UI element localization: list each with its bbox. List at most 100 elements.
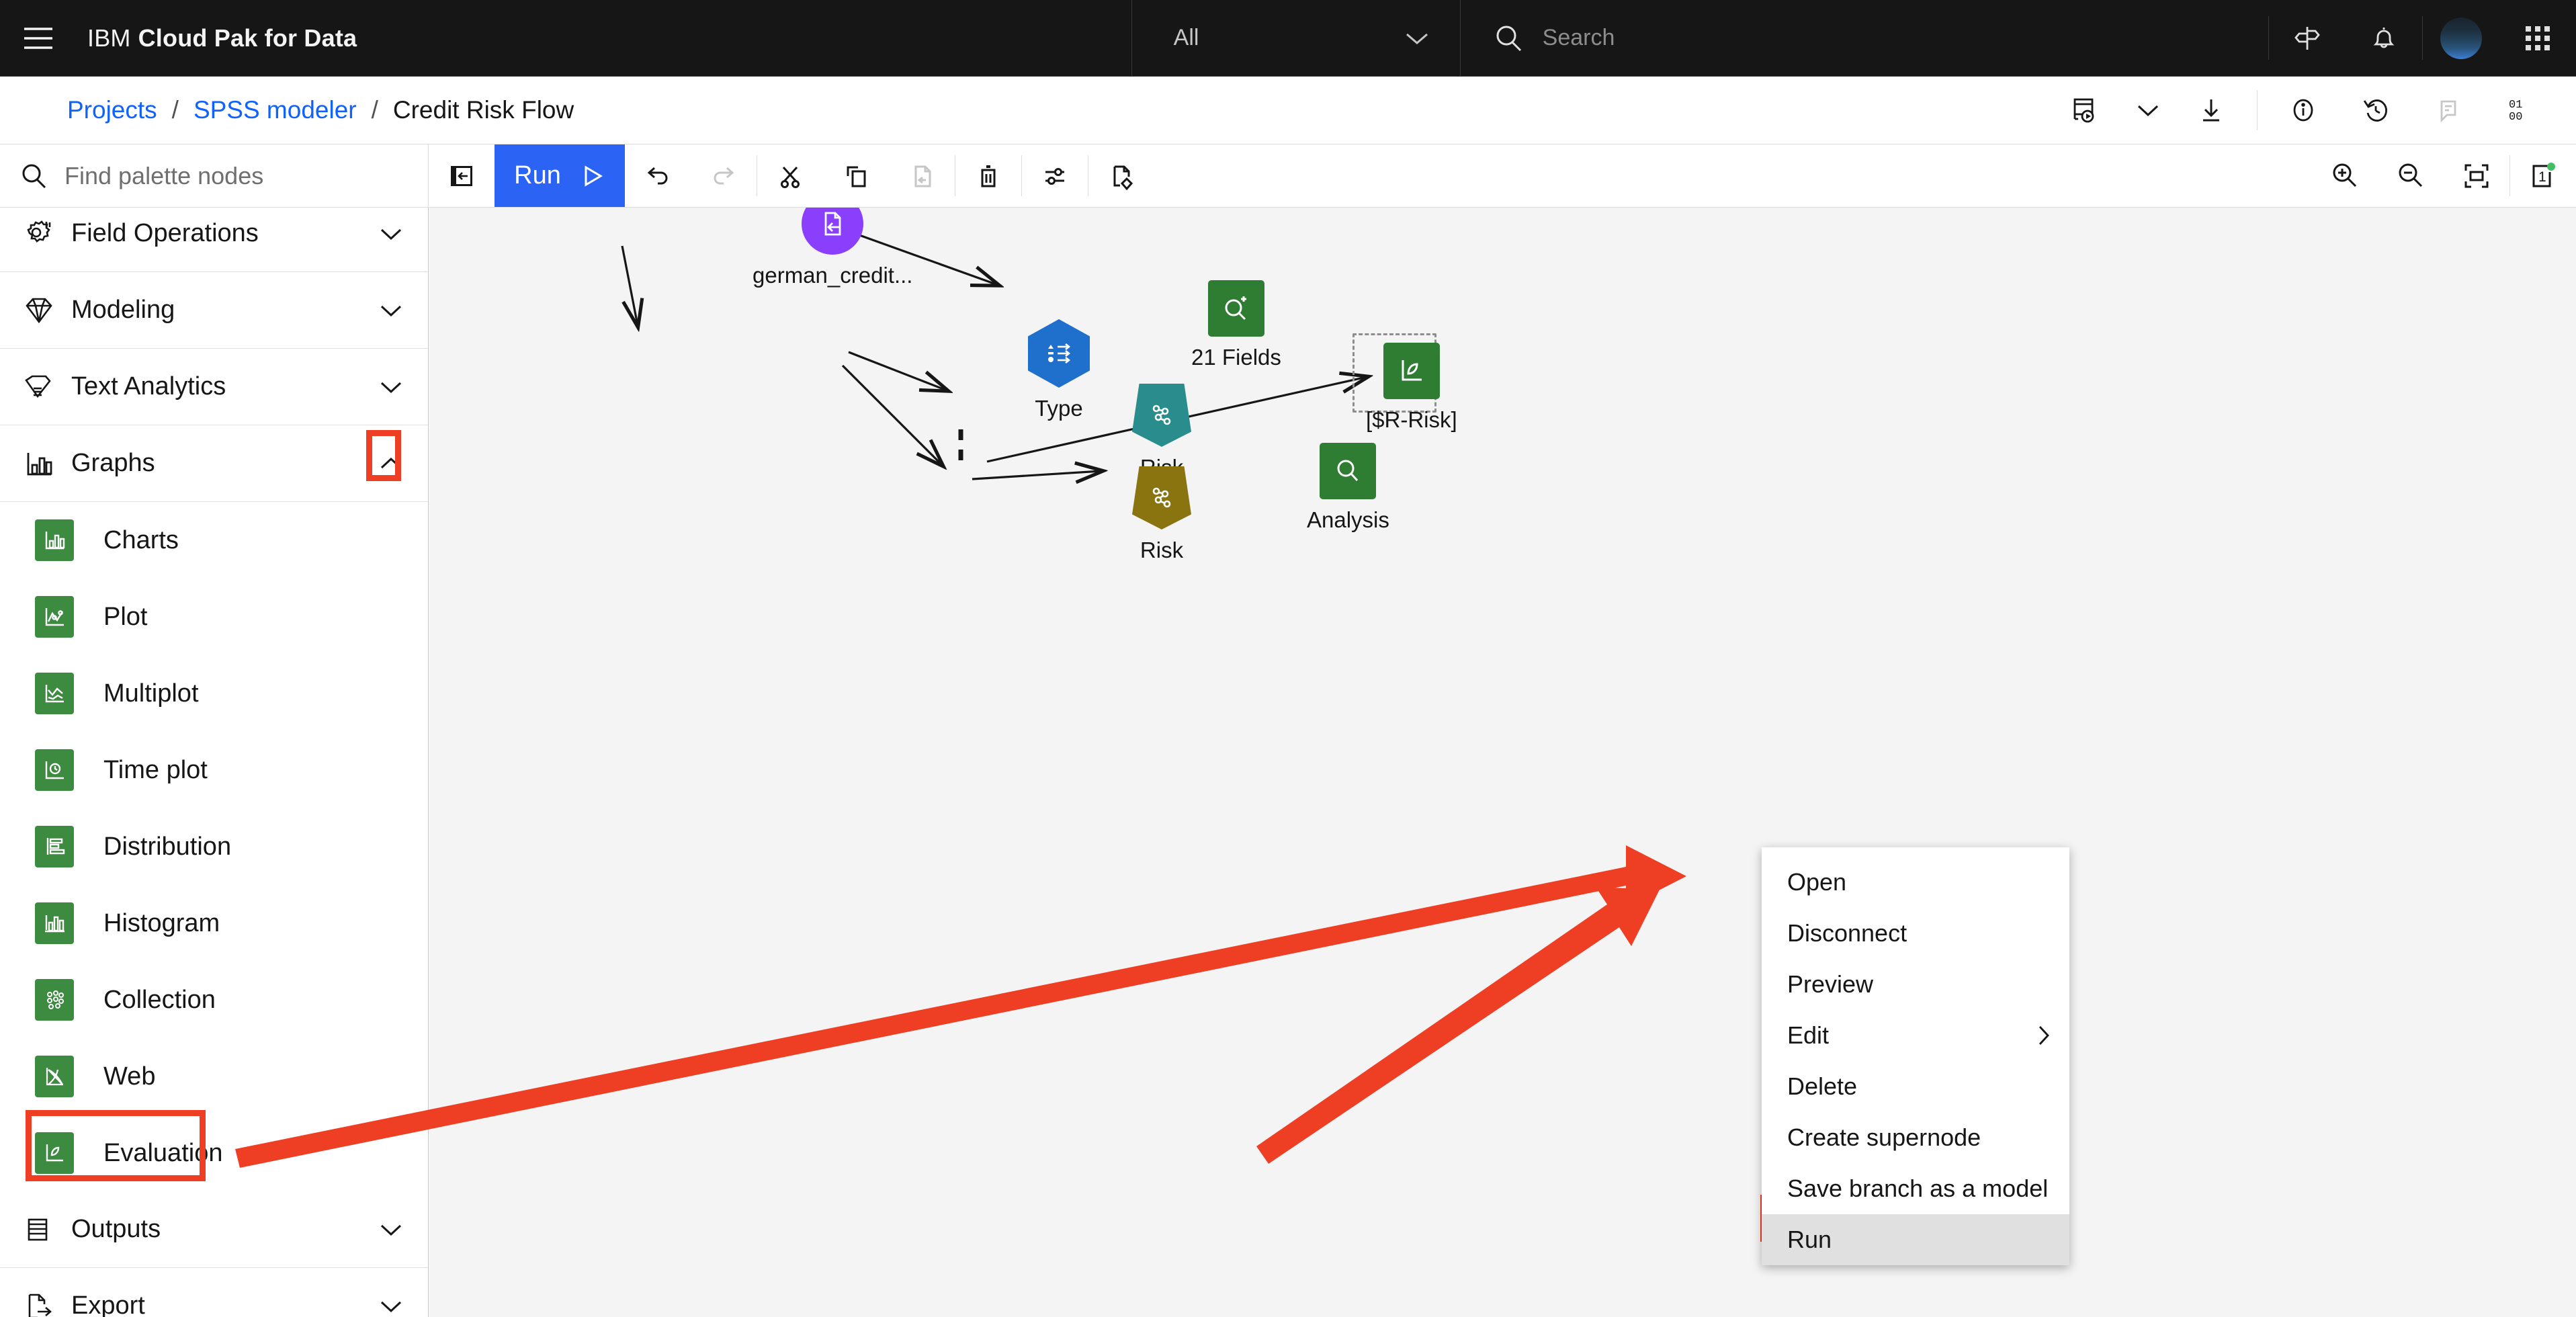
chevron-down-icon[interactable] (366, 379, 416, 395)
palette-group-modeling[interactable]: Modeling (0, 272, 428, 349)
context-menu-label: Create supernode (1787, 1123, 1981, 1151)
palette-group-field-operations[interactable]: Field Operations (0, 208, 428, 272)
context-menu-item-preview[interactable]: Preview (1762, 959, 2069, 1010)
paste-icon (889, 144, 955, 207)
outputs-table-icon (23, 1214, 71, 1246)
context-menu-item-disconnect[interactable]: Disconnect (1762, 908, 2069, 959)
palette-node-label: Distribution (103, 832, 232, 861)
palette-group-label: Outputs (71, 1215, 161, 1243)
context-menu-item-edit[interactable]: Edit (1762, 1010, 2069, 1061)
context-menu-label: Preview (1787, 970, 1874, 998)
canvas-node-filter[interactable]: 21 Fields (1191, 280, 1281, 370)
global-header: IBM Cloud Pak for Data All Search (0, 0, 2576, 77)
canvas-node-label: [$R-Risk] (1366, 407, 1457, 432)
palette-group-outputs[interactable]: Outputs (0, 1191, 428, 1268)
palette-node-histogram[interactable]: Histogram (0, 885, 428, 962)
signpost-icon[interactable] (2269, 0, 2346, 76)
zoom-fit-icon[interactable] (2444, 144, 2509, 207)
palette-group-label: Text Analytics (71, 372, 226, 400)
chevron-up-icon[interactable] (366, 456, 416, 472)
canvas-node-analysis[interactable]: Analysis (1307, 443, 1389, 533)
palette-node-web[interactable]: Web (0, 1038, 428, 1115)
node-context-menu: Open Disconnect Preview Edit Delete Crea… (1762, 847, 2069, 1265)
history-icon[interactable] (2339, 77, 2412, 144)
cut-icon[interactable] (757, 144, 823, 207)
save-flow-icon[interactable] (1088, 144, 1154, 207)
copy-icon[interactable] (823, 144, 889, 207)
palette-node-time-plot[interactable]: Time plot (0, 732, 428, 808)
distribution-icon (35, 826, 74, 867)
chevron-down-icon[interactable] (2121, 77, 2175, 144)
run-button[interactable]: Run (495, 144, 625, 207)
svg-text:01: 01 (2509, 99, 2522, 112)
context-menu-item-delete[interactable]: Delete (1762, 1061, 2069, 1112)
chevron-down-icon[interactable] (366, 1298, 416, 1314)
histogram-icon (35, 902, 74, 944)
palette-node-charts[interactable]: Charts (0, 502, 428, 579)
canvas-node-label: german_credit... (753, 263, 913, 288)
context-menu-item-run[interactable]: Run (1762, 1214, 2069, 1265)
export-icon (23, 1290, 71, 1317)
context-menu-label: Run (1787, 1226, 1832, 1253)
canvas-node-source[interactable]: german_credit... (753, 208, 912, 288)
evaluation-icon (35, 1132, 74, 1174)
context-menu-item-create-supernode[interactable]: Create supernode (1762, 1112, 2069, 1163)
palette-node-multiplot[interactable]: Multiplot (0, 655, 428, 732)
comment-icon[interactable] (2412, 77, 2485, 144)
zoom-in-icon[interactable] (2312, 144, 2378, 207)
palette-node-collection[interactable]: Collection (0, 962, 428, 1038)
palette-group-label: Field Operations (71, 219, 259, 247)
breadcrumb-item-projects[interactable]: Projects (67, 96, 157, 124)
palette-group-graphs[interactable]: Graphs (0, 425, 428, 502)
context-menu-label: Edit (1787, 1021, 1830, 1049)
settings-sliders-icon[interactable] (1022, 144, 1088, 207)
delete-icon[interactable] (955, 144, 1021, 207)
palette-node-label: Evaluation (103, 1138, 223, 1167)
search-scope-dropdown[interactable]: All (1131, 0, 1461, 76)
palette-group-export[interactable]: Export (0, 1268, 428, 1317)
canvas-node-label: Risk (1140, 538, 1184, 562)
download-icon[interactable] (2175, 77, 2247, 144)
context-menu-label: Open (1787, 868, 1847, 896)
palette-search-input[interactable]: Find palette nodes (0, 144, 429, 207)
undo-icon[interactable] (625, 144, 691, 207)
svg-text:00: 00 (2509, 111, 2522, 124)
canvas-node-type[interactable]: Type (1028, 319, 1090, 421)
breadcrumb-bar: Projects / SPSS modeler / Credit Risk Fl… (0, 77, 2576, 144)
graphs-bar-chart-icon (23, 448, 71, 480)
palette-node-distribution[interactable]: Distribution (0, 808, 428, 885)
play-icon (585, 165, 603, 187)
information-icon[interactable] (2267, 77, 2339, 144)
app-switcher-icon[interactable] (2499, 0, 2576, 76)
palette-group-text-analytics[interactable]: Text Analytics (0, 349, 428, 425)
palette-group-label: Export (71, 1291, 145, 1317)
palette-node-evaluation[interactable]: Evaluation (0, 1115, 428, 1191)
model-nugget-icon (1132, 466, 1191, 529)
canvas-node-risk-nugget[interactable]: Risk (1132, 466, 1191, 563)
charts-icon (35, 519, 74, 561)
run-history-icon[interactable] (2049, 77, 2121, 144)
context-menu-item-open[interactable]: Open (1762, 857, 2069, 908)
brand-title[interactable]: IBM Cloud Pak for Data (77, 0, 357, 76)
chevron-down-icon[interactable] (366, 302, 416, 318)
field-select-icon (1207, 280, 1264, 337)
chevron-down-icon[interactable] (366, 1222, 416, 1238)
canvas-node-evaluation[interactable]: [$R-Risk] (1366, 343, 1457, 433)
palette-group-label: Modeling (71, 296, 175, 324)
palette-node-label: Multiplot (103, 679, 199, 708)
palette-node-plot[interactable]: Plot (0, 579, 428, 655)
context-menu-item-save-branch-as-model[interactable]: Save branch as a model (1762, 1163, 2069, 1214)
zoom-out-icon[interactable] (2378, 144, 2444, 207)
breadcrumb-item-spss-modeler[interactable]: SPSS modeler (194, 96, 357, 124)
breadcrumb-separator: / (371, 96, 378, 124)
chevron-right-icon (2036, 1024, 2052, 1047)
avatar[interactable] (2423, 0, 2499, 76)
chevron-down-icon[interactable] (366, 226, 416, 242)
page-count-icon[interactable]: 1 (2510, 144, 2576, 207)
binary-data-icon[interactable]: 01 00 (2485, 77, 2557, 144)
collapse-left-panel-icon[interactable] (429, 144, 495, 207)
flow-canvas[interactable]: german_credit... 21 Fields Type Risk Ana… (429, 208, 2576, 1317)
hamburger-menu-icon[interactable] (0, 0, 77, 76)
notification-bell-icon[interactable] (2346, 0, 2422, 76)
global-search-input[interactable]: Search (1461, 0, 2268, 76)
